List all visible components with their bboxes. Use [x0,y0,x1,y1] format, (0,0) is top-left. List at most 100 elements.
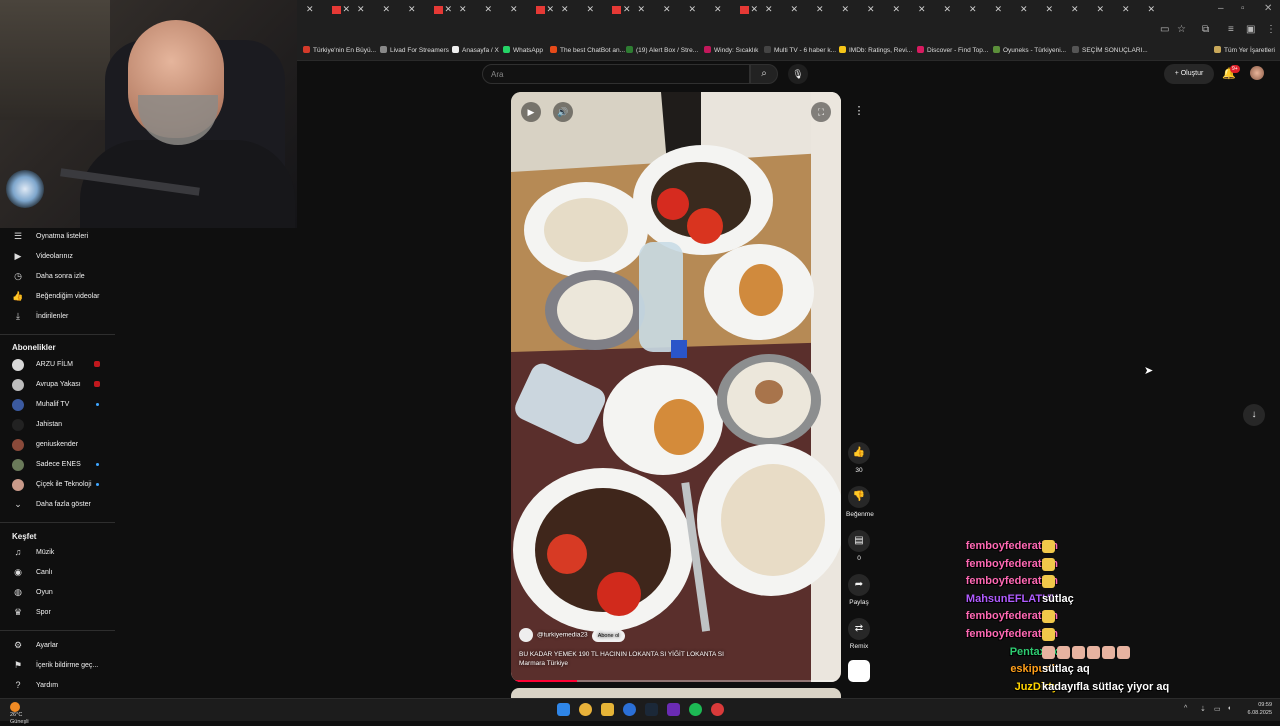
subscribe-button[interactable]: Abone ol [591,629,626,642]
browser-tab[interactable]: ✕ [536,4,558,16]
usb-icon[interactable]: ⇣ [1200,705,1206,713]
bookmark-item[interactable]: Anasayfa / X [452,46,499,54]
bookmark-item[interactable]: SEÇİM SONUÇLARI... [1072,46,1148,54]
bookmark-item[interactable]: Türkiye'nin En Büyü... [303,46,376,54]
browser-tab[interactable]: ✕ [1097,4,1119,16]
search-input[interactable]: Ara [482,64,750,84]
create-button[interactable]: + Oluştur [1164,64,1214,84]
browser-tab[interactable]: ✕ [561,4,583,16]
network-icon[interactable]: ▭ [1214,705,1221,713]
browser-tab[interactable]: ✕ [1122,4,1144,16]
comments-button[interactable]: ▤ 0 [846,530,872,562]
explore-item[interactable]: ♫ Müzik [0,546,118,560]
subscription-item[interactable]: ARZU FİLM [0,358,118,372]
bookmark-item[interactable]: Windy: Sıcaklık [704,46,758,54]
sidebar-item[interactable]: ⚙ Ayarlar [0,639,118,653]
share-button[interactable]: ➦ Paylaş [846,574,872,606]
file-explorer-icon[interactable] [601,703,614,716]
browser-tab[interactable]: ✕ [1071,4,1093,16]
short-title[interactable]: BU KADAR YEMEK 190 TL HACININ LOKANTA SI… [519,650,771,659]
fullscreen-button[interactable]: ⛶ [811,102,831,122]
streaming-app-icon[interactable] [667,703,680,716]
dislike-button[interactable]: 👎 Beğenme [846,486,874,518]
browser-tab[interactable]: ✕ [434,4,456,16]
volume-button[interactable]: 🔊 [553,102,573,122]
subscription-item[interactable]: geniuskender [0,438,118,452]
remix-button[interactable]: ⇄ Remix [846,618,872,650]
subscription-item[interactable]: Sadece ENES [0,458,118,472]
bookmark-item[interactable]: (19) Alert Box / Stre... [626,46,698,54]
browser-tab[interactable]: ✕ [459,4,481,16]
browser-tab[interactable]: ✕ [944,4,966,16]
browser-tab[interactable]: ✕ [740,4,762,16]
subscription-item[interactable]: Jahistan [0,418,118,432]
bookmark-item[interactable]: Livad For Streamers [380,46,449,54]
browser-tab[interactable]: ✕ [842,4,864,16]
browser-tab[interactable]: ✕ [689,4,711,16]
sidebar-item[interactable]: ☰ Oynatma listeleri [0,230,118,244]
windows-start-icon[interactable] [557,703,570,716]
maximize-icon[interactable]: ▫ [1241,3,1245,14]
extensions-icon[interactable]: ⧉ [1202,24,1209,35]
browser-tab[interactable]: ✕ [663,4,685,16]
bookmark-item[interactable]: Oyuneks - Türkiyeni... [993,46,1066,54]
browser-tab[interactable]: ✕ [714,4,736,16]
all-bookmarks[interactable]: Tüm Yer İşaretleri [1214,46,1275,54]
subscription-item[interactable]: Avrupa Yakası [0,378,118,392]
clock[interactable]: 09:59 6.08.2025 [1238,701,1272,717]
browser-tab[interactable]: ✕ [357,4,379,16]
avatar[interactable] [1250,66,1264,80]
browser-tab[interactable]: ✕ [995,4,1017,16]
channel-avatar[interactable] [519,628,533,642]
browser-tab[interactable]: ✕ [1020,4,1042,16]
browser-tab[interactable]: ✕ [867,4,889,16]
show-more-button[interactable]: ⌄ Daha fazla göster [0,498,118,512]
star-icon[interactable]: ☆ [1177,24,1186,35]
browser-tab[interactable]: ✕ [969,4,991,16]
bookmark-item[interactable]: Multi TV - 6 haber k... [764,46,836,54]
play-button[interactable]: ▶ [521,102,541,122]
short-location[interactable]: Marmara Türkiye [519,659,771,668]
browser-tab[interactable]: ✕ [383,4,405,16]
spotify-icon[interactable] [689,703,702,716]
profile-icon[interactable]: ▣ [1246,24,1255,35]
browser-tab[interactable]: ✕ [638,4,660,16]
browser-tab[interactable]: ✕ [332,4,354,16]
like-button[interactable]: 👍 30 [846,442,872,474]
browser-tab[interactable]: ✕ [765,4,787,16]
shorts-player[interactable]: ▶ 🔊 ⛶ @turkiyemedia23 Abone ol BU KADAR Y… [511,92,841,682]
sidebar-item[interactable]: ⚑ İçerik bildirme geç... [0,659,118,673]
scroll-down-button[interactable]: ↓ [1243,404,1265,426]
tray-arrow-icon[interactable]: ^ [1184,705,1187,712]
browser-tab[interactable]: ✕ [612,4,634,16]
weather-widget[interactable]: 26°C Güneşli [10,702,29,726]
browser-tab[interactable]: ✕ [893,4,915,16]
browser-tab[interactable]: ✕ [408,4,430,16]
browser-tab[interactable]: ✕ [485,4,507,16]
next-short-preview[interactable] [511,688,841,698]
volume-tray-icon[interactable]: ◖ [1227,705,1231,712]
channel-name[interactable]: @turkiyemedia23 [537,632,588,639]
sound-source-button[interactable] [846,660,872,682]
browser-tab[interactable]: ✕ [791,4,813,16]
explore-item[interactable]: ◍ Oyun [0,586,118,600]
progress-bar[interactable] [511,680,841,682]
bookmark-item[interactable]: WhatsApp [503,46,543,54]
media-icon[interactable]: ≡ [1228,24,1234,35]
cast-icon[interactable]: ▭ [1160,24,1169,35]
chrome-icon[interactable] [579,703,592,716]
app2-icon[interactable] [711,703,724,716]
browser-tab[interactable]: ✕ [306,4,328,16]
subscription-item[interactable]: Muhalif TV [0,398,118,412]
browser-tab[interactable]: ✕ [816,4,838,16]
explore-item[interactable]: ♛ Spor [0,606,118,620]
app-icon[interactable] [623,703,636,716]
steam-icon[interactable] [645,703,658,716]
sidebar-item[interactable]: 👍 Beğendiğim videolar [0,290,118,304]
subscription-item[interactable]: Çiçek ile Teknoloji [0,478,118,492]
explore-item[interactable]: ◉ Canlı [0,566,118,580]
browser-tab[interactable]: ✕ [918,4,940,16]
search-button[interactable]: ⌕ [750,64,778,84]
minimize-icon[interactable]: – [1218,3,1224,14]
bookmark-item[interactable]: The best ChatBot an... [550,46,625,54]
